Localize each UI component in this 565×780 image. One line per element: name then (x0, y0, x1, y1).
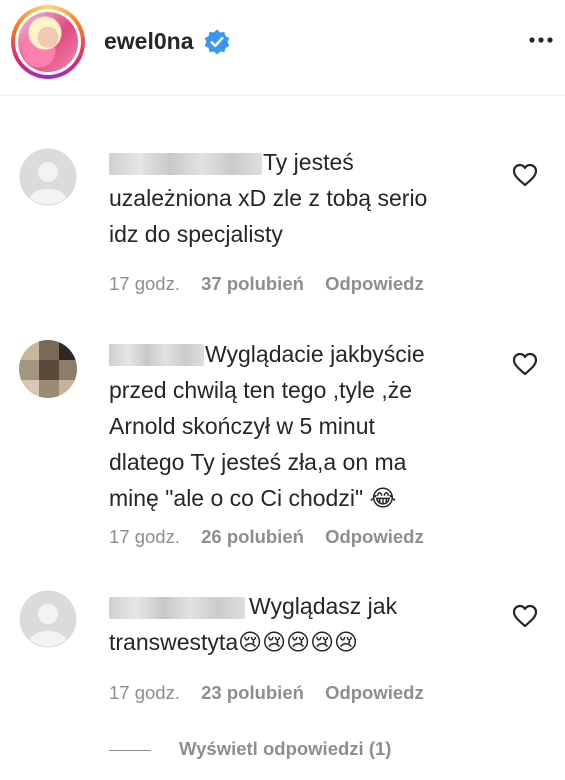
commenter-avatar[interactable] (19, 148, 77, 206)
username[interactable]: ewel0na (104, 28, 194, 55)
avatar-photo (18, 12, 78, 72)
reply-button[interactable]: Odpowiedz (325, 682, 424, 704)
likes-count[interactable]: 23 polubień (201, 682, 304, 704)
comment-text: Ty jesteś uzależniona xD zle z tobą seri… (109, 149, 428, 247)
comment-time[interactable]: 17 godz. (109, 682, 180, 704)
comment-text: Wyglądasz jak transwestyta😢😢😢😢😢 (109, 593, 398, 655)
like-heart-icon[interactable] (510, 349, 540, 379)
post-header: ewel0na (0, 0, 565, 96)
comment-meta: 17 godz. 37 polubień Odpowiedz (109, 273, 440, 295)
replies-divider-line (109, 749, 151, 751)
laughing-tears-emoji: 😂 (369, 485, 397, 511)
commenter-avatar[interactable] (19, 590, 77, 648)
pixelated-avatar-icon (19, 340, 77, 398)
commenter-avatar[interactable] (19, 340, 77, 398)
verified-badge-icon (204, 29, 230, 55)
like-heart-icon[interactable] (510, 601, 540, 631)
comment-text: Wyglądacie jakbyście przed chwilą ten te… (109, 341, 425, 511)
reply-button[interactable]: Odpowiedz (325, 526, 424, 548)
reply-button[interactable]: Odpowiedz (325, 273, 424, 295)
default-avatar-icon (19, 590, 77, 648)
default-avatar-icon (19, 148, 77, 206)
comment-meta: 17 godz. 23 polubień Odpowiedz (109, 682, 440, 704)
profile-avatar[interactable] (11, 5, 85, 79)
likes-count[interactable]: 37 polubień (201, 273, 304, 295)
comment-time[interactable]: 17 godz. (109, 273, 180, 295)
like-heart-icon[interactable] (510, 160, 540, 190)
more-dots-icon[interactable] (525, 24, 557, 56)
crying-emoji-sequence: 😢😢😢😢😢 (238, 629, 359, 655)
comment-time[interactable]: 17 godz. (109, 526, 180, 548)
likes-count[interactable]: 26 polubień (201, 526, 304, 548)
comment-meta: 17 godz. 26 polubień Odpowiedz (109, 526, 440, 548)
view-replies-label: Wyświetl odpowiedzi (1) (179, 738, 392, 759)
view-replies-button[interactable]: Wyświetl odpowiedzi (1) (109, 738, 391, 760)
